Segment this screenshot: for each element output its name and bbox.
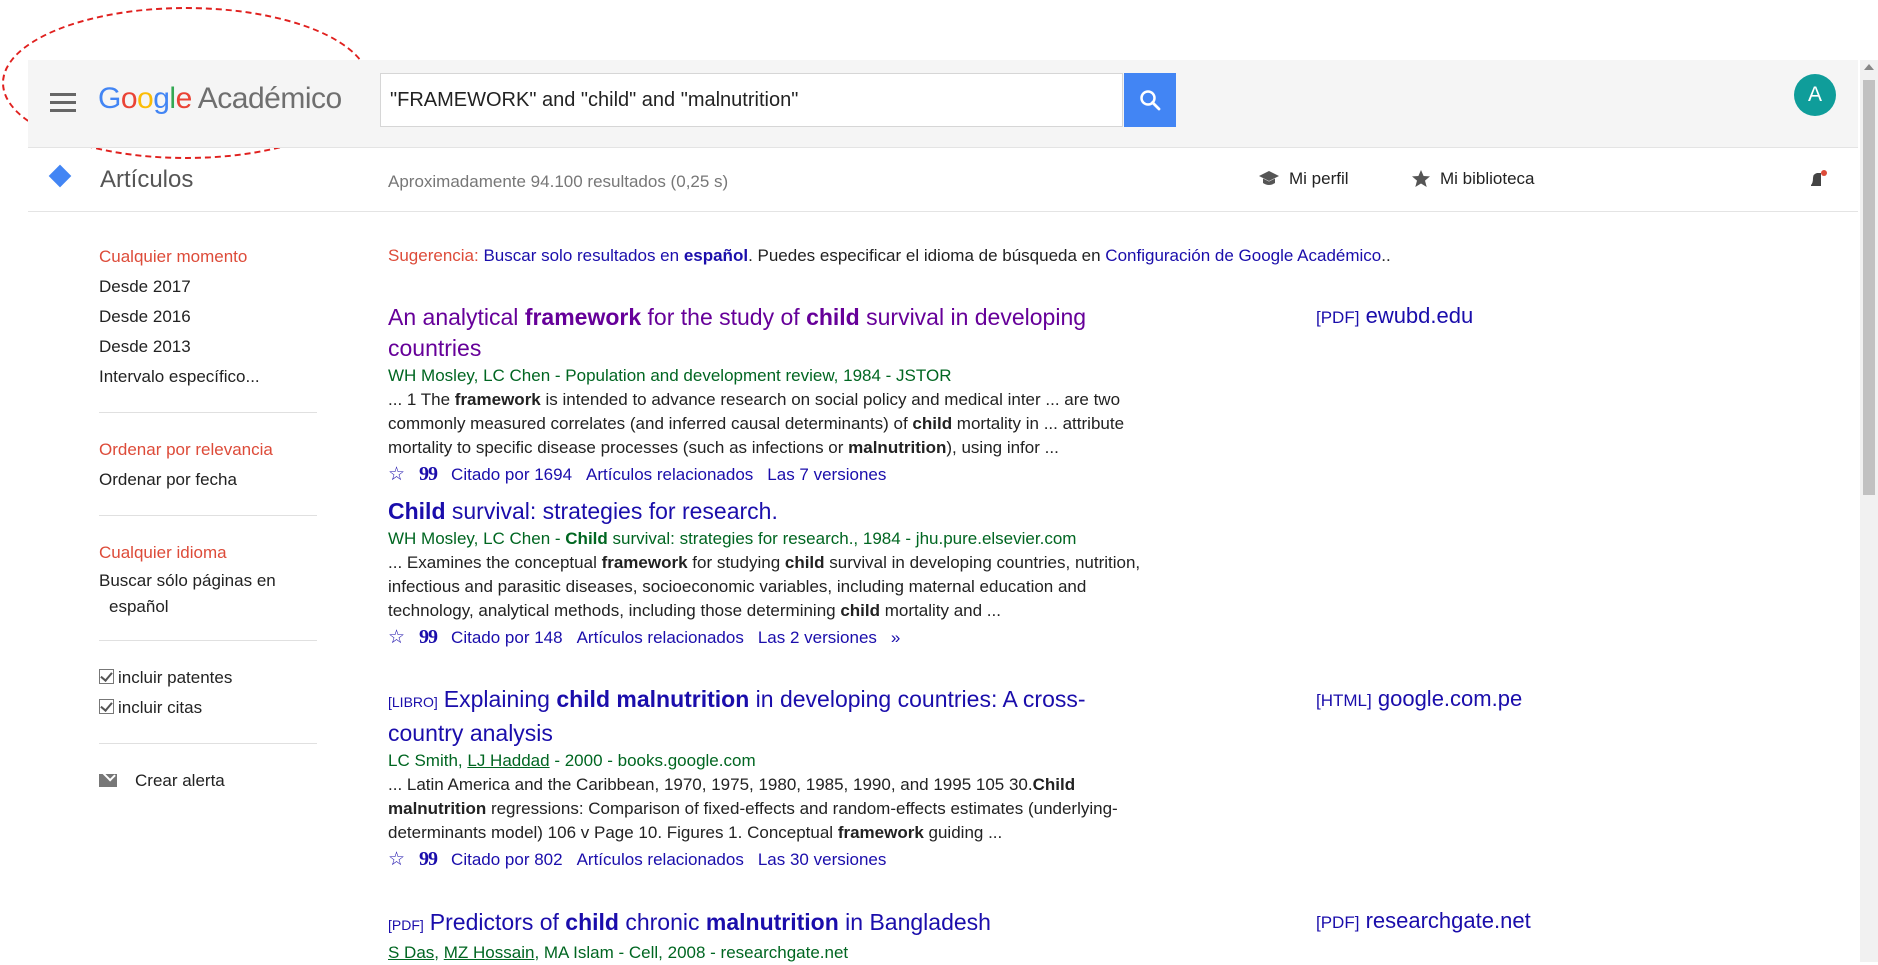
search-input[interactable] — [381, 74, 1110, 126]
include-citations-checkbox[interactable]: incluir citas — [99, 693, 317, 723]
fulltext-link[interactable]: [PDF] ewubd.edu — [1316, 303, 1473, 329]
sub-header: Artículos Aproximadamente 94.100 resulta… — [28, 148, 1858, 212]
result-snippet: ... Examines the conceptual framework fo… — [388, 553, 1141, 620]
result-authors: S Das, MZ Hossain, MA Islam - Cell, 2008… — [388, 943, 849, 962]
filter-since-2016[interactable]: Desde 2016 — [99, 302, 317, 332]
filter-any-language[interactable]: Cualquier idioma — [99, 538, 317, 568]
pdf-tag: [PDF] — [388, 917, 424, 933]
graduation-cap-icon — [1259, 171, 1279, 185]
search-box — [380, 73, 1123, 127]
include-patents-checkbox[interactable]: incluir patentes — [99, 663, 317, 693]
scroll-thumb[interactable] — [1863, 80, 1875, 495]
google-scholar-logo[interactable]: Google Académico — [98, 82, 342, 116]
versions-link[interactable]: Las 7 versiones — [767, 465, 886, 484]
filters-sidebar: Cualquier momento Desde 2017 Desde 2016 … — [99, 242, 317, 796]
save-star-icon[interactable]: ☆ — [388, 627, 405, 648]
result-title-link[interactable]: Child survival: strategies for research. — [388, 496, 1148, 527]
filter-custom-range[interactable]: Intervalo específico... — [99, 362, 317, 392]
articles-icon — [48, 164, 72, 188]
scroll-up-arrow-icon[interactable] — [1864, 64, 1874, 70]
bell-icon — [1811, 170, 1827, 186]
create-alert-link[interactable]: Crear alerta — [99, 766, 317, 796]
search-icon — [1140, 90, 1161, 111]
cite-quote-icon[interactable]: 99 — [419, 626, 438, 648]
notifications-bell-icon[interactable] — [1807, 169, 1838, 192]
cite-quote-icon[interactable]: 99 — [419, 463, 438, 485]
result-item: [PDF] Predictors of child chronic malnutr… — [388, 907, 1148, 965]
author-link[interactable]: S Das — [388, 943, 434, 962]
spanish-only-link[interactable]: Buscar solo resultados en español — [483, 246, 748, 265]
versions-link[interactable]: Las 2 versiones — [758, 628, 877, 647]
result-snippet: ... Latin America and the Caribbean, 197… — [388, 775, 1118, 842]
save-star-icon[interactable]: ☆ — [388, 464, 405, 485]
divider — [99, 743, 317, 744]
result-authors: WH Mosley, LC Chen - Population and deve… — [388, 366, 952, 385]
scholar-settings-link[interactable]: Configuración de Google Académico — [1105, 246, 1381, 265]
save-star-icon[interactable]: ☆ — [388, 849, 405, 870]
cited-by-link[interactable]: Citado por 1694 — [451, 465, 572, 484]
fulltext-link[interactable]: [HTML] google.com.pe — [1316, 686, 1522, 712]
cited-by-link[interactable]: Citado por 148 — [451, 628, 563, 647]
author-link[interactable]: MZ Hossain — [444, 943, 535, 962]
cited-by-link[interactable]: Citado por 802 — [451, 850, 563, 869]
result-title-link[interactable]: [PDF] Predictors of child chronic malnutr… — [388, 907, 1148, 941]
menu-icon[interactable] — [50, 93, 76, 113]
filter-since-2017[interactable]: Desde 2017 — [99, 272, 317, 302]
language-suggestion: Sugerencia: Buscar solo resultados en es… — [388, 246, 1391, 265]
result-item: Child survival: strategies for research.… — [388, 496, 1148, 652]
versions-link[interactable]: Las 30 versiones — [758, 850, 887, 869]
result-authors: LC Smith, LJ Haddad - 2000 - books.googl… — [388, 751, 756, 770]
divider — [99, 640, 317, 641]
result-actions: ☆ 99 Citado por 148 Artículos relacionados L… — [388, 623, 1148, 652]
related-articles-link[interactable]: Artículos relacionados — [577, 850, 744, 869]
filter-spanish-pages[interactable]: Buscar sólo páginas en español — [99, 568, 317, 620]
top-bar: GoogleAcadémico A — [28, 60, 1858, 148]
result-actions: ☆ 99 Citado por 1694 Artículos relacionados… — [388, 460, 1148, 489]
star-filled-icon — [1412, 170, 1430, 187]
my-library-link[interactable]: Mi biblioteca — [1411, 169, 1535, 189]
fulltext-link[interactable]: [PDF] researchgate.net — [1316, 908, 1531, 934]
result-item: [LIBRO] Explaining child malnutrition in … — [388, 684, 1148, 874]
divider — [99, 412, 317, 413]
result-authors: WH Mosley, LC Chen - Child survival: str… — [388, 529, 1077, 548]
my-profile-link[interactable]: Mi perfil — [1258, 169, 1349, 189]
result-title-link[interactable]: [LIBRO] Explaining child malnutrition in … — [388, 684, 1148, 749]
result-title-link[interactable]: An analytical framework for the study of… — [388, 302, 1148, 364]
result-actions: ☆ 99 Citado por 802 Artículos relacionados L… — [388, 845, 1148, 874]
result-item: An analytical framework for the study of… — [388, 302, 1148, 489]
sort-by-date[interactable]: Ordenar por fecha — [99, 465, 317, 495]
divider — [99, 515, 317, 516]
author-link[interactable]: LJ Haddad — [467, 751, 549, 770]
scrollbar[interactable] — [1860, 60, 1878, 962]
related-articles-link[interactable]: Artículos relacionados — [577, 628, 744, 647]
search-button[interactable] — [1124, 73, 1176, 127]
result-snippet: ... 1 The framework is intended to advan… — [388, 390, 1125, 457]
checkbox-checked-icon — [99, 699, 114, 714]
mail-icon — [99, 774, 117, 787]
section-label: Artículos — [100, 166, 194, 193]
checkbox-checked-icon — [99, 669, 114, 684]
filter-since-2013[interactable]: Desde 2013 — [99, 332, 317, 362]
book-tag: [LIBRO] — [388, 694, 438, 710]
results-count: Aproximadamente 94.100 resultados (0,25 … — [388, 172, 729, 191]
product-name: Académico — [197, 82, 342, 115]
cite-quote-icon[interactable]: 99 — [419, 848, 438, 870]
sort-by-relevance[interactable]: Ordenar por relevancia — [99, 435, 317, 465]
more-options-icon[interactable]: » — [891, 628, 900, 647]
related-articles-link[interactable]: Artículos relacionados — [586, 465, 753, 484]
filter-any-time[interactable]: Cualquier momento — [99, 242, 317, 272]
account-avatar[interactable]: A — [1794, 74, 1836, 116]
